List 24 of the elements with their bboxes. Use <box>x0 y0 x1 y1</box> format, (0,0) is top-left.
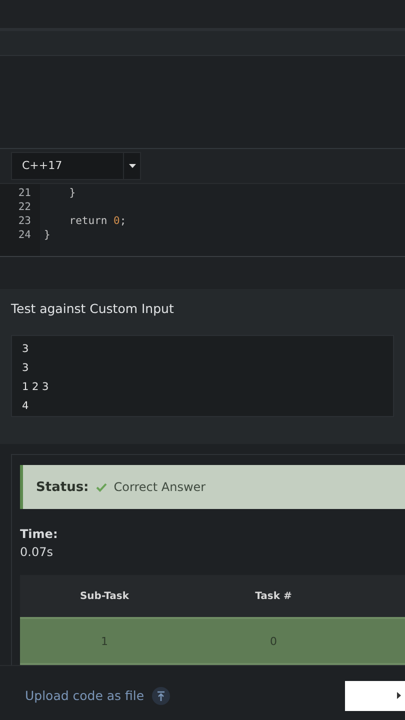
custom-input-label: Test against Custom Input <box>11 300 175 318</box>
time-label: Time: <box>20 527 59 541</box>
caret-icon <box>128 164 136 168</box>
submit-button[interactable] <box>345 680 405 710</box>
code-line: } <box>68 186 77 200</box>
time-value: 0.07s <box>20 545 54 559</box>
line-number: 24 <box>17 228 32 242</box>
column-header: Sub-Task <box>20 575 189 618</box>
play-icon <box>397 692 401 699</box>
language-select[interactable]: C++17 <box>11 152 141 180</box>
code-line: return 0; <box>68 214 126 228</box>
line-number: 22 <box>17 200 32 214</box>
status-value: Correct Answer <box>114 480 206 494</box>
status-label: Status: <box>36 480 89 494</box>
table-cell: 0 <box>189 618 358 664</box>
table-cell: 1 <box>20 618 189 664</box>
line-number: 21 <box>17 186 32 200</box>
custom-input-field[interactable]: 3 3 1 2 3 4 <box>11 335 394 417</box>
column-header: Task # <box>189 575 358 618</box>
check-icon <box>96 482 107 492</box>
code-line: } <box>44 228 52 242</box>
upload-link[interactable]: Upload code as file <box>25 688 144 703</box>
upload-icon[interactable] <box>152 686 170 704</box>
line-number: 23 <box>17 214 32 228</box>
